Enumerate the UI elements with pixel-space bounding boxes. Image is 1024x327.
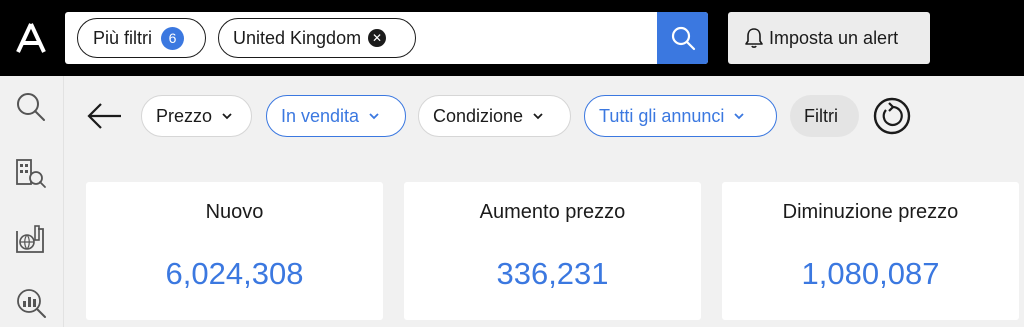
listing-status-label: In vendita — [281, 105, 360, 126]
stat-label: Aumento prezzo — [479, 201, 626, 223]
search-icon[interactable] — [14, 90, 48, 124]
stat-label: Diminuzione prezzo — [782, 201, 959, 223]
search-bar[interactable]: Più filtri 6 United Kingdom ✕ — [65, 12, 708, 64]
set-alert-label: Imposta un alert — [769, 27, 899, 48]
stat-card-price-increase[interactable]: Aumento prezzo 336,231 — [404, 182, 701, 320]
listing-status-filter[interactable]: In vendita — [266, 95, 406, 137]
stat-card-new[interactable]: Nuovo 6,024,308 — [86, 182, 383, 320]
stat-label: Nuovo — [205, 201, 264, 223]
arrow-left-icon[interactable] — [84, 96, 124, 136]
price-filter[interactable]: Prezzo — [141, 95, 252, 137]
more-filters-label: Più filtri — [93, 27, 153, 48]
refresh-icon[interactable] — [873, 97, 911, 135]
more-filters-chip[interactable]: Più filtri 6 — [77, 18, 206, 58]
brand-a-logo[interactable] — [14, 22, 48, 54]
all-listings-filter[interactable]: Tutti gli annunci — [584, 95, 777, 137]
chevron-down-icon — [222, 113, 232, 120]
chevron-down-icon — [369, 113, 379, 120]
stat-value: 336,231 — [496, 256, 609, 291]
country-chip-label: United Kingdom — [233, 27, 362, 48]
condition-filter-label: Condizione — [433, 105, 524, 126]
set-alert-button[interactable]: Imposta un alert — [728, 12, 930, 64]
top-bar: Più filtri 6 United Kingdom ✕ Imposta un… — [0, 0, 1024, 76]
bell-icon — [745, 28, 763, 48]
search-icon — [671, 26, 695, 51]
condition-filter[interactable]: Condizione — [418, 95, 571, 137]
globe-map-icon[interactable] — [14, 223, 48, 257]
more-filters-button[interactable]: Filtri — [790, 95, 859, 137]
search-button[interactable] — [657, 12, 708, 64]
country-chip[interactable]: United Kingdom ✕ — [218, 18, 416, 58]
more-filters-button-label: Filtri — [804, 105, 838, 126]
building-search-icon[interactable] — [14, 156, 48, 190]
sidebar — [0, 76, 64, 327]
price-filter-label: Prezzo — [156, 105, 213, 126]
chevron-down-icon — [533, 113, 543, 120]
chart-search-icon[interactable] — [14, 286, 48, 320]
close-circle-icon[interactable]: ✕ — [368, 29, 387, 47]
stat-value: 1,080,087 — [801, 256, 940, 291]
stat-card-price-decrease[interactable]: Diminuzione prezzo 1,080,087 — [722, 182, 1019, 320]
all-listings-label: Tutti gli annunci — [599, 105, 725, 126]
stat-value: 6,024,308 — [165, 256, 304, 291]
filter-count-badge: 6 — [161, 26, 185, 50]
chevron-down-icon — [734, 113, 745, 120]
